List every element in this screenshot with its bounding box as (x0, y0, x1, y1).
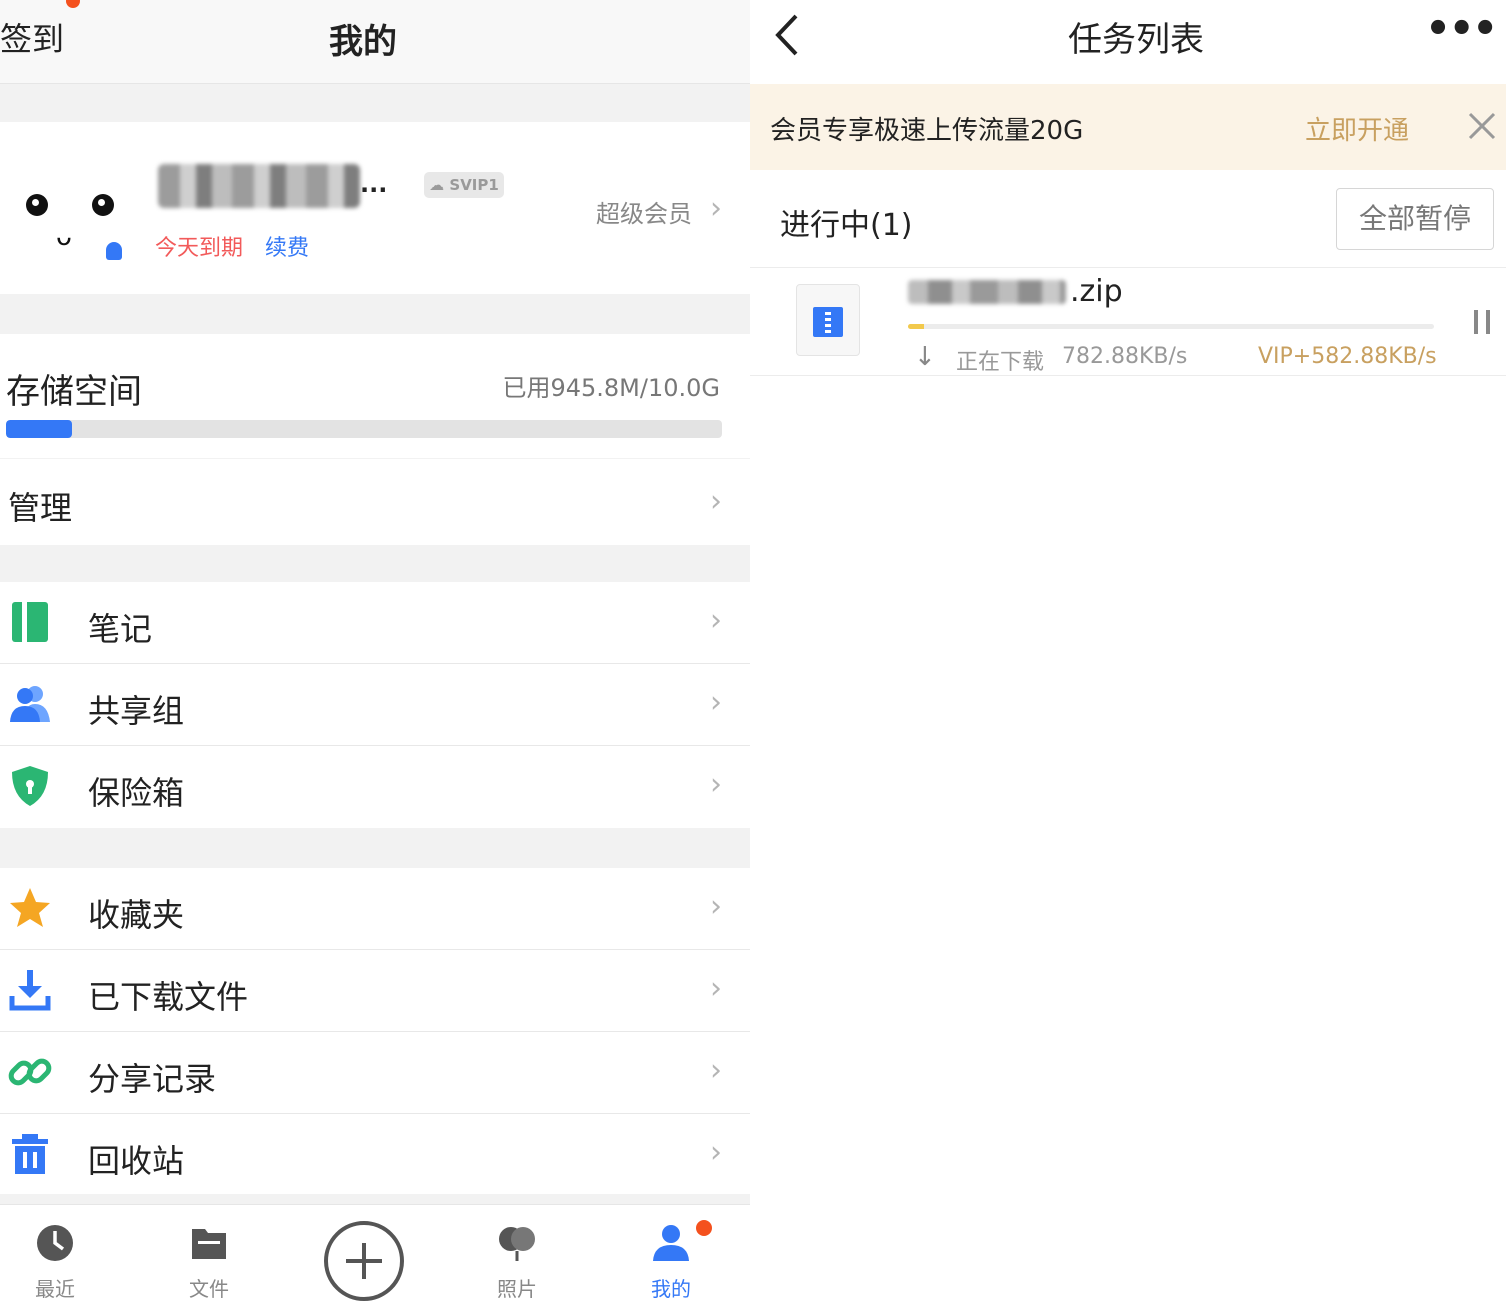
my-page: 签到 我的 ᴗ ... ☁ SVIP1 今天到期 续费 超级会员 › 存储空间 … (0, 0, 750, 1307)
tab-label: 照片 (497, 1277, 537, 1301)
menu-item-downloaded-files[interactable]: 已下载文件 › (0, 950, 750, 1032)
page-title: 任务列表 (1068, 20, 1204, 60)
tab-recent[interactable]: 最近 (0, 1223, 110, 1302)
vip-promo-banner: 会员专享极速上传流量20G 立即开通 (750, 84, 1506, 170)
chevron-right-icon: › (710, 889, 722, 924)
vip-badge: ☁ SVIP1 (424, 172, 504, 198)
download-icon (9, 970, 51, 1011)
chevron-right-icon: › (710, 484, 722, 519)
username-blurred: ... (158, 162, 388, 212)
menu-item-recycle-bin[interactable]: 回收站 › (0, 1114, 750, 1194)
in-progress-label: 进行中(1) (780, 208, 913, 243)
expire-text: 今天到期 (155, 236, 244, 261)
tab-mine[interactable]: 我的 (616, 1223, 726, 1302)
close-icon[interactable] (1466, 110, 1498, 142)
promo-message: 会员专享极速上传流量20G (770, 116, 1084, 146)
username-blur (158, 164, 360, 208)
notification-dot (696, 1220, 712, 1236)
tab-label: 文件 (189, 1277, 229, 1301)
zip-file-icon (796, 284, 860, 356)
pause-all-button[interactable]: 全部暂停 (1336, 188, 1494, 250)
download-progress-fill (908, 324, 924, 329)
activate-now-link[interactable]: 立即开通 (1305, 110, 1409, 147)
my-header: 签到 我的 (0, 0, 750, 84)
tab-label: 我的 (651, 1277, 691, 1301)
chevron-right-icon: › (710, 971, 722, 1006)
trash-icon (12, 1134, 48, 1174)
menu-item-share-records[interactable]: 分享记录 › (0, 1032, 750, 1114)
menu-item-safe-box[interactable]: 保险箱 › (0, 746, 750, 828)
menu-label: 笔记 (88, 610, 153, 648)
chevron-right-icon: › (710, 1053, 722, 1088)
checkin-notification-dot (66, 0, 80, 8)
profile-card[interactable]: ᴗ ... ☁ SVIP1 今天到期 续费 超级会员 › (0, 122, 750, 294)
storage-used-text: 已用945.8M/10.0G (502, 374, 720, 402)
task-row[interactable]: .zip ↓ 正在下载 782.88KB/s VIP+582.88KB/s (750, 268, 1506, 376)
menu-item-share-group[interactable]: 共享组 › (0, 664, 750, 746)
username-ellipsis: ... (360, 170, 388, 198)
file-name-blur (908, 280, 1066, 304)
link-icon (8, 1058, 52, 1086)
menu-item-favorites[interactable]: 收藏夹 › (0, 868, 750, 950)
zip-file-glyph (813, 307, 843, 337)
download-progress-bar (908, 324, 1434, 329)
renew-link[interactable]: 续费 (265, 230, 309, 262)
storage-progress-bar (6, 420, 722, 438)
download-status: 正在下载 (956, 350, 1045, 375)
avatar-mouth: ᴗ (56, 222, 72, 252)
person-icon (653, 1225, 689, 1261)
tab-files[interactable]: 文件 (154, 1223, 264, 1302)
menu-label: 收藏夹 (88, 896, 185, 934)
in-progress-section: 进行中(1) 全部暂停 (750, 170, 1506, 268)
chevron-right-icon: › (710, 191, 722, 226)
storage-section: 存储空间 已用945.8M/10.0G (0, 334, 750, 458)
tab-label: 最近 (35, 1277, 75, 1301)
menu-label: 分享记录 (88, 1060, 217, 1098)
storage-progress-fill (6, 420, 72, 438)
chevron-right-icon: › (710, 685, 722, 720)
task-list-page: 任务列表 ••• 会员专享极速上传流量20G 立即开通 进行中(1) 全部暂停 … (750, 0, 1506, 1307)
page-title: 我的 (329, 22, 397, 62)
menu-label: 已下载文件 (88, 978, 249, 1016)
tab-photos[interactable]: 照片 (462, 1223, 572, 1302)
star-icon (10, 888, 50, 927)
avatar-right-eye (92, 194, 114, 216)
menu-label: 回收站 (88, 1142, 185, 1180)
avatar-badge-icon (106, 242, 122, 260)
chevron-right-icon: › (710, 1135, 722, 1170)
photo-icon (499, 1227, 535, 1261)
avatar[interactable]: ᴗ (18, 172, 128, 282)
file-extension: .zip (1070, 274, 1123, 309)
download-speed: 782.88KB/s (1062, 344, 1188, 369)
manage-row[interactable]: 管理 › (0, 459, 750, 545)
pause-icon[interactable] (1472, 310, 1492, 334)
manage-label: 管理 (8, 489, 73, 527)
menu-label: 共享组 (88, 692, 185, 730)
group-icon (10, 686, 50, 722)
chevron-right-icon: › (710, 767, 722, 802)
bottom-tab-bar: 最近 文件 照片 我的 (0, 1204, 750, 1307)
more-options-icon[interactable]: ••• (1425, 6, 1498, 52)
vip-speed: VIP+582.88KB/s (1258, 344, 1437, 369)
chevron-right-icon: › (710, 603, 722, 638)
file-name: .zip (908, 274, 1148, 314)
task-header: 任务列表 ••• (750, 0, 1506, 84)
vip-cloud-icon: ☁ (429, 176, 445, 194)
folder-icon (192, 1229, 226, 1259)
note-icon (12, 602, 48, 642)
shield-icon (12, 766, 48, 806)
storage-label: 存储空间 (6, 372, 142, 412)
add-button[interactable] (324, 1221, 404, 1301)
download-arrow-icon: ↓ (914, 342, 936, 372)
vip-badge-text: SVIP1 (449, 176, 499, 194)
menu-item-notes[interactable]: 笔记 › (0, 582, 750, 664)
menu-label: 保险箱 (88, 774, 185, 812)
avatar-left-eye (26, 194, 48, 216)
super-member-link[interactable]: 超级会员 (596, 194, 692, 229)
clock-icon (37, 1225, 73, 1261)
